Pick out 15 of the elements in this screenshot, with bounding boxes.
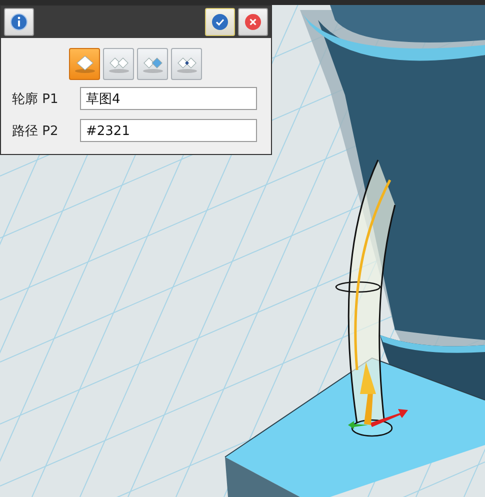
sweep-mode-button[interactable] (171, 48, 202, 80)
input-field[interactable]: #2321 (80, 119, 257, 142)
field-label: 轮廓 P1 (12, 90, 60, 108)
confirm-button[interactable] (205, 8, 235, 36)
close-button[interactable] (238, 8, 268, 36)
info-button[interactable] (4, 8, 34, 36)
check-icon (212, 14, 228, 30)
sweep-mode-button[interactable] (137, 48, 168, 80)
field-label: 路径 P2 (12, 122, 60, 140)
sweep-mode-button[interactable] (103, 48, 134, 80)
sweep-mode-button[interactable] (69, 48, 100, 80)
input-field[interactable]: 草图4 (80, 87, 257, 110)
diamond-icon (72, 53, 96, 75)
close-icon (245, 14, 261, 30)
info-icon (10, 13, 28, 31)
